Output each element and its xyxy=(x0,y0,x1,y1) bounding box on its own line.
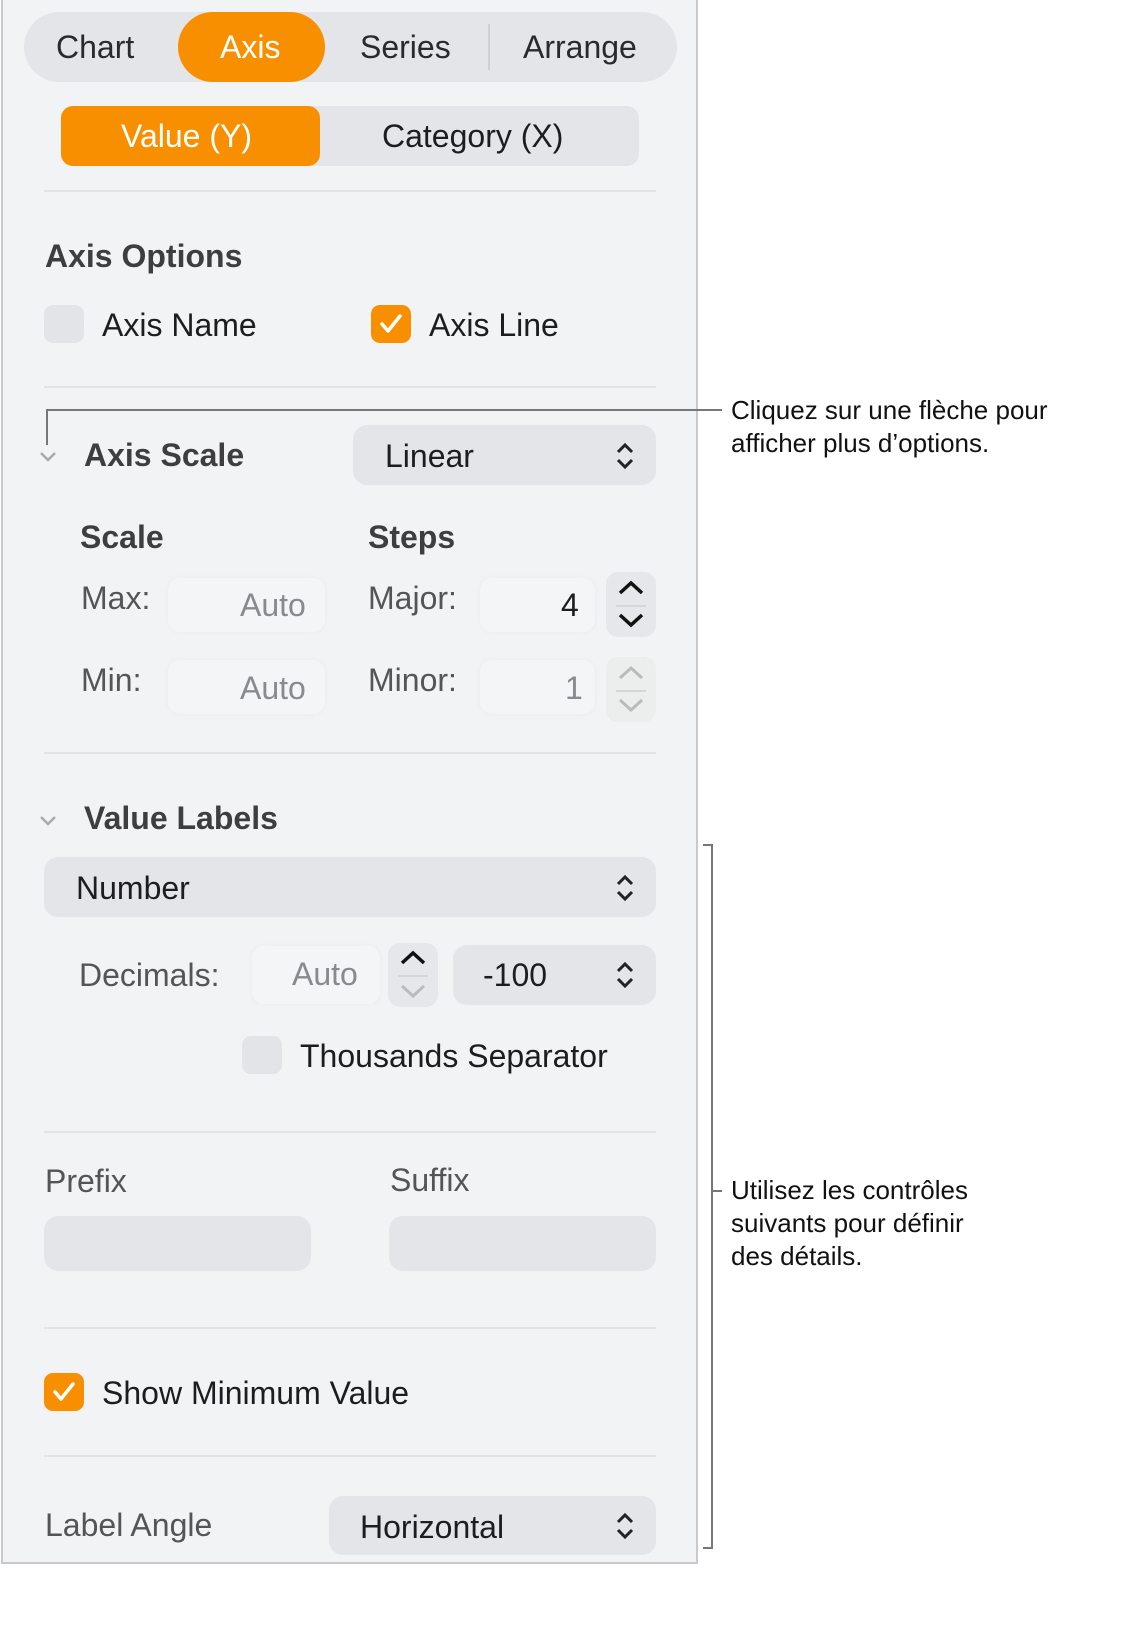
divider xyxy=(44,752,656,754)
callout-bracket xyxy=(703,1547,713,1549)
segment-category-x[interactable]: Category (X) xyxy=(382,118,563,154)
chevron-up-icon[interactable] xyxy=(616,663,646,683)
axis-line-checkbox[interactable] xyxy=(371,305,411,343)
label-angle-value: Horizontal xyxy=(360,1509,505,1545)
callout-bracket xyxy=(711,844,713,1549)
number-format-value: Number xyxy=(76,870,190,906)
steps-heading: Steps xyxy=(368,519,456,555)
callout-details-text-1: Utilisez les contrôles xyxy=(731,1175,968,1205)
callout-arrow-text-1: Cliquez sur une flèche pour xyxy=(731,395,1048,425)
suffix-field[interactable] xyxy=(389,1216,656,1271)
major-label: Major: xyxy=(368,580,457,616)
checkmark-icon xyxy=(380,314,402,333)
show-minimum-value-checkbox[interactable] xyxy=(44,1373,84,1411)
callout-bracket xyxy=(703,844,713,846)
minor-stepper[interactable] xyxy=(606,657,656,722)
max-value: Auto xyxy=(240,587,306,623)
axis-scale-heading: Axis Scale xyxy=(84,437,245,473)
thousands-separator-checkbox[interactable] xyxy=(242,1036,282,1074)
tab-series[interactable]: Series xyxy=(360,29,451,65)
callout-details-text-3: des détails. xyxy=(731,1241,863,1271)
min-value: Auto xyxy=(240,670,306,706)
tab-arrange[interactable]: Arrange xyxy=(523,29,637,65)
disclosure-chevron-icon[interactable] xyxy=(38,814,58,828)
disclosure-chevron-icon[interactable] xyxy=(38,450,58,464)
major-value: 4 xyxy=(561,587,579,623)
chevron-up-icon[interactable] xyxy=(616,578,646,598)
segment-value-y[interactable]: Value (Y) xyxy=(121,118,252,154)
callout-arrow-text-2: afficher plus d’options. xyxy=(731,428,990,458)
callout-details-text-2: suivants pour définir xyxy=(731,1208,964,1238)
scale-heading: Scale xyxy=(80,519,164,555)
chevron-down-icon[interactable] xyxy=(616,610,646,630)
checkmark-icon xyxy=(53,1382,75,1401)
tab-separator xyxy=(488,24,490,70)
up-down-chevron-icon xyxy=(616,1512,634,1540)
decimals-label: Decimals: xyxy=(79,957,220,993)
max-label: Max: xyxy=(81,580,151,616)
label-angle-label: Label Angle xyxy=(45,1507,213,1543)
chevron-down-icon[interactable] xyxy=(398,981,428,1001)
minor-label: Minor: xyxy=(368,662,457,698)
divider xyxy=(44,190,656,192)
axis-name-label: Axis Name xyxy=(102,307,257,343)
callout-line xyxy=(46,409,48,445)
divider xyxy=(44,1327,656,1329)
tab-axis[interactable]: Axis xyxy=(220,29,280,65)
up-down-chevron-icon xyxy=(616,442,634,470)
major-stepper[interactable] xyxy=(606,572,656,637)
format-inspector-panel xyxy=(1,0,698,1564)
prefix-field[interactable] xyxy=(44,1216,311,1271)
chevron-up-icon[interactable] xyxy=(398,948,428,968)
tab-chart[interactable]: Chart xyxy=(56,29,134,65)
callout-bracket xyxy=(711,1190,722,1192)
prefix-label: Prefix xyxy=(45,1163,127,1199)
negative-format-value: -100 xyxy=(483,957,548,993)
axis-options-heading: Axis Options xyxy=(45,238,243,274)
divider xyxy=(44,1455,656,1457)
up-down-chevron-icon xyxy=(616,874,634,902)
divider xyxy=(44,386,656,388)
suffix-label: Suffix xyxy=(390,1162,470,1198)
minor-value: 1 xyxy=(565,670,583,706)
up-down-chevron-icon xyxy=(616,961,634,989)
decimals-value: Auto xyxy=(292,956,358,992)
decimals-stepper[interactable] xyxy=(388,943,438,1007)
min-label: Min: xyxy=(81,662,142,698)
axis-line-label: Axis Line xyxy=(429,307,559,343)
thousands-separator-label: Thousands Separator xyxy=(300,1038,608,1074)
divider xyxy=(44,1131,656,1133)
chevron-down-icon[interactable] xyxy=(616,695,646,715)
callout-line xyxy=(46,409,722,411)
axis-scale-value: Linear xyxy=(385,438,474,474)
value-labels-heading: Value Labels xyxy=(84,800,278,836)
show-minimum-value-label: Show Minimum Value xyxy=(102,1375,410,1411)
axis-name-checkbox[interactable] xyxy=(44,305,84,343)
